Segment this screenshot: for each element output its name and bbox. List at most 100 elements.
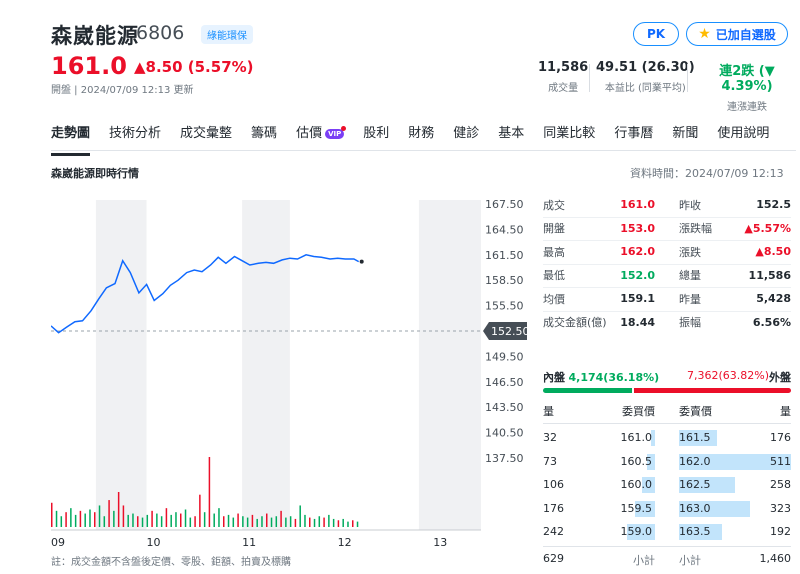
nav-tab-label: 新聞 (672, 126, 699, 141)
quote-value: 153.0 (620, 221, 655, 235)
orderbook-total: 1,460 (759, 551, 792, 565)
outer-bar (634, 388, 791, 393)
volume-bar (117, 492, 120, 527)
nav-tab-10[interactable]: 行事曆 (614, 122, 653, 147)
quote-value: 152.5 (756, 198, 791, 212)
volume-bar (223, 516, 225, 527)
stock-code: 6806 (136, 22, 185, 44)
nav-tab-1[interactable]: 技術分析 (109, 122, 161, 147)
watchlist-label: 已加自選股 (715, 27, 776, 42)
stat-streak-label: 連漲連跌 (727, 102, 767, 113)
orderbook-total: 小計 (679, 553, 701, 567)
quote-row: 振幅 6.56% (679, 311, 791, 335)
nav-tab-11[interactable]: 新聞 (672, 122, 698, 147)
nav-tab-label: 股利 (363, 126, 390, 141)
orderbook-total: 小計 (633, 553, 655, 567)
volume-bar (318, 516, 321, 527)
quote-value: ▲8.50 (755, 245, 791, 259)
order-qty: 242 (543, 525, 564, 538)
ask-price: 162.0 (679, 454, 711, 468)
volume-bar (328, 514, 330, 527)
volume-bar (251, 514, 254, 527)
y-tick-label: 146.50 (485, 376, 524, 389)
stock-name: 森崴能源 (51, 24, 139, 48)
volume-bar (137, 516, 139, 527)
order-qty: 106 (543, 478, 564, 491)
volume-bar (98, 505, 101, 527)
volume-bar (84, 513, 86, 527)
nav-tab-5[interactable]: 股利 (363, 122, 389, 147)
nav-tab-7[interactable]: 健診 (453, 122, 479, 147)
order-qty: 176 (543, 501, 564, 515)
volume-bar (337, 520, 340, 527)
nav-tab-4[interactable]: 估價 VIP (296, 122, 347, 147)
orderbook-row: 176 159.5 163.0 323 (543, 497, 791, 521)
hour-band (242, 200, 290, 530)
quote-label: 昨量 (679, 292, 701, 306)
nav-tab-9[interactable]: 同業比較 (543, 122, 595, 147)
order-qty: 258 (770, 478, 791, 491)
intraday-chart[interactable]: 167.50 164.50 161.50 158.50 155.50 152.50 149.… (51, 196, 536, 550)
nav-tab-label: 同業比較 (543, 126, 596, 141)
volume-bar (175, 512, 177, 527)
nav-tab-3[interactable]: 籌碼 (251, 122, 277, 147)
quote-label: 振幅 (679, 316, 701, 330)
ask-price: 161.5 (679, 431, 711, 444)
quote-row: 漲跌 ▲8.50 (679, 240, 791, 264)
nav-tab-6[interactable]: 財務 (408, 122, 434, 147)
y-tick-label: 155.50 (485, 300, 524, 313)
row-divider (543, 310, 791, 312)
quote-value: 161.0 (620, 198, 655, 212)
quote-row: 均價 159.1 (543, 287, 655, 311)
order-qty: 192 (770, 525, 791, 538)
industry-tag[interactable]: 綠能環保 (201, 25, 253, 44)
y-tick-label: 158.50 (485, 274, 524, 287)
volume-bar (304, 514, 306, 527)
quote-value: 152.0 (620, 268, 655, 282)
nav-tab-label: 基本 (498, 126, 525, 141)
quote-value: 162.0 (620, 245, 655, 259)
y-tick-label: 143.50 (485, 401, 524, 414)
quote-label: 均價 (543, 292, 565, 306)
nav-tab-0[interactable]: 走勢圖 (51, 122, 91, 156)
volume-bar (103, 516, 106, 527)
volume-bar (309, 517, 311, 527)
x-tick-label: 12 (338, 536, 352, 549)
volume-bar (332, 518, 335, 527)
bid-price: 159.0 (620, 525, 653, 538)
quote-value: 11,586 (748, 268, 791, 282)
stat-streak: 連2跌 (▼ 4.39%) 連漲連跌 (694, 60, 800, 113)
x-tick-label: 10 (147, 536, 161, 549)
row-divider (543, 216, 791, 218)
nav-tab-8[interactable]: 基本 (498, 122, 524, 147)
volume-bar (70, 508, 72, 527)
hour-band (95, 200, 147, 530)
orderbook-total: 629 (543, 551, 564, 565)
quote-row: 昨收 152.5 (679, 193, 791, 217)
volume-bar (261, 516, 263, 527)
volume-bar (227, 514, 230, 527)
y-tick-label: 164.50 (485, 223, 524, 236)
volume-bar (323, 517, 325, 527)
order-book: 量 委買價 委賣價 量 32 161.0 161.5 176 73 160.5 162.0 511 10… (543, 403, 791, 570)
volume-bar (289, 516, 292, 527)
quote-label: 成交 (543, 198, 565, 212)
add-watchlist-button[interactable]: ★ 已加自選股 (686, 22, 788, 46)
order-qty: 176 (770, 431, 791, 444)
row-divider (543, 240, 791, 241)
quote-row: 最高 162.0 (543, 240, 655, 264)
quote-row: 開盤 153.0 (543, 217, 655, 241)
nav-tab-label: 技術分析 (109, 126, 162, 141)
bid-price: 160.0 (620, 478, 653, 491)
divider (589, 64, 590, 92)
orderbook-row: 242 159.0 163.5 192 (543, 520, 791, 544)
star-icon: ★ (698, 26, 711, 42)
nav-tab-12[interactable]: 使用說明 (717, 122, 769, 147)
volume-bar (51, 502, 53, 527)
nav-tab-2[interactable]: 成交彙整 (180, 122, 232, 147)
volume-bar (89, 509, 91, 527)
order-qty: 73 (543, 454, 557, 468)
volume-bar (122, 505, 125, 527)
pk-button[interactable]: PK (633, 22, 679, 46)
quote-row: 成交金額(億) 18.44 (543, 311, 655, 335)
